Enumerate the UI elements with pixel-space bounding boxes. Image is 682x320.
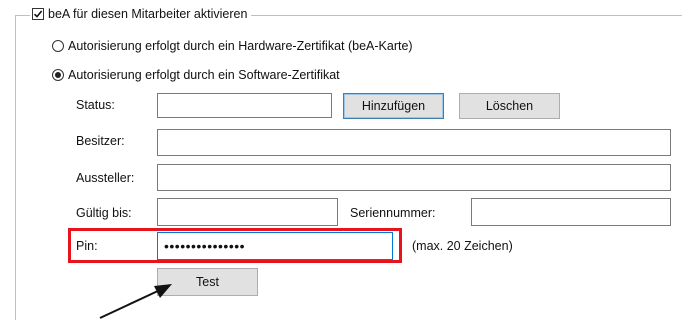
auth-option-hardware-label: Autorisierung erfolgt durch ein Hardware… <box>68 39 413 53</box>
auth-option-hardware[interactable]: Autorisierung erfolgt durch ein Hardware… <box>52 37 413 55</box>
radio-software[interactable] <box>52 69 64 81</box>
status-label: Status: <box>76 98 115 112</box>
pin-hint: (max. 20 Zeichen) <box>412 239 513 253</box>
radio-hardware[interactable] <box>52 40 64 52</box>
pin-field[interactable]: ••••••••••••••• <box>157 232 393 260</box>
status-field[interactable] <box>157 93 332 118</box>
delete-button[interactable]: Löschen <box>459 93 560 119</box>
bea-activate-checkbox[interactable] <box>32 8 44 20</box>
issuer-label: Aussteller: <box>76 171 135 185</box>
serial-field[interactable] <box>471 198 671 226</box>
bea-activate-label: beA für diesen Mitarbeiter aktivieren <box>48 7 248 21</box>
owner-label: Besitzer: <box>76 134 125 148</box>
pin-value: ••••••••••••••• <box>164 238 246 254</box>
checkmark-icon <box>33 10 43 18</box>
valid-until-label: Gültig bis: <box>76 206 132 220</box>
owner-field[interactable] <box>157 129 671 156</box>
valid-until-field[interactable] <box>157 198 338 226</box>
issuer-field[interactable] <box>157 164 671 191</box>
pin-label: Pin: <box>76 239 98 253</box>
add-button[interactable]: Hinzufügen <box>343 93 444 119</box>
bea-activate-checkbox-row[interactable]: beA für diesen Mitarbeiter aktivieren <box>30 4 252 24</box>
serial-label: Seriennummer: <box>350 206 436 220</box>
annotation-arrow-icon <box>99 284 172 319</box>
auth-option-software[interactable]: Autorisierung erfolgt durch ein Software… <box>52 66 340 84</box>
auth-option-software-label: Autorisierung erfolgt durch ein Software… <box>68 68 340 82</box>
